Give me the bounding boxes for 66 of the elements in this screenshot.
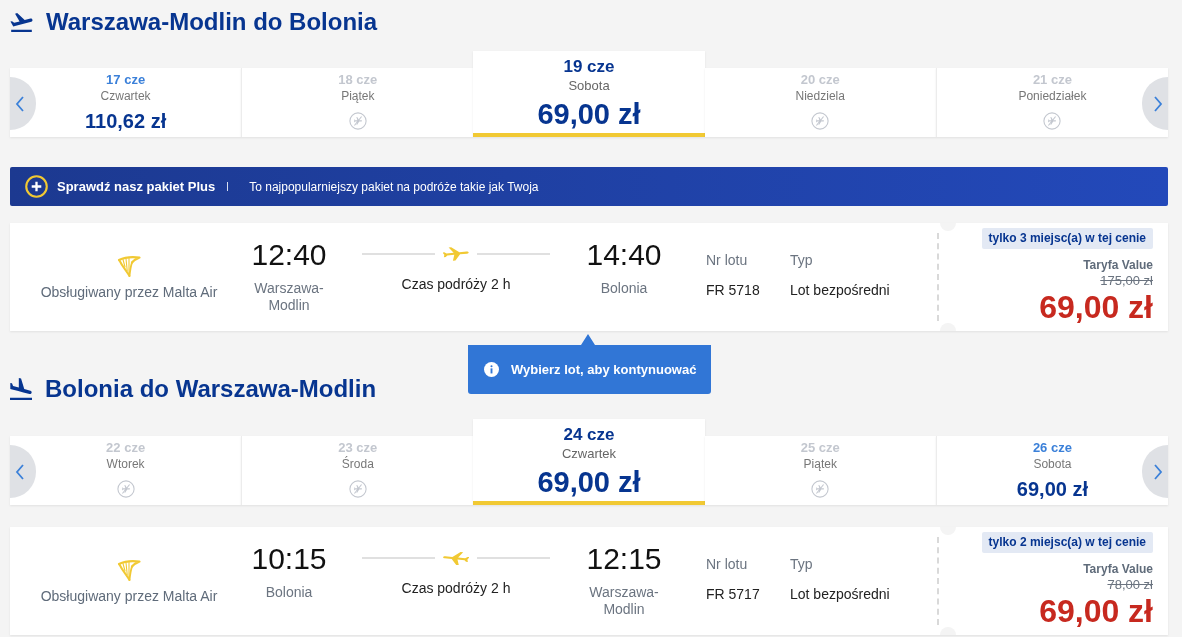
duration-text: Czas podróży 2 h <box>401 276 511 293</box>
promo-title: Sprawdź nasz pakiet Plus <box>57 177 216 196</box>
seats-badge: tylko 3 miejsc(a) w tej cenie <box>981 228 1153 249</box>
section-title: Bolonia do Warszawa-Modlin <box>45 374 377 404</box>
promo-text: To najpopularniejszy pakiet na podróże takie jak Twoja <box>249 178 539 196</box>
section-title: Warszawa-Modlin do Bolonia <box>46 7 378 37</box>
flight-type: Lot bezpośredni <box>790 586 890 603</box>
fare-name: Taryfa Value <box>1083 258 1153 273</box>
seats-badge: tylko 2 miejsc(a) w tej cenie <box>981 532 1153 553</box>
date-tab[interactable]: 19 cze Sobota 69,00 zł <box>473 51 705 137</box>
ticket-notch <box>940 323 956 331</box>
duration-text: Czas podróży 2 h <box>401 580 511 597</box>
date-tab[interactable]: 24 cze Czwartek 69,00 zł <box>473 419 705 505</box>
departure-time: 10:15 <box>251 541 327 577</box>
fare-price: 69,00 zł <box>1039 593 1153 629</box>
plane-icon <box>443 247 469 261</box>
arrival-airport: Bolonia <box>600 280 648 297</box>
flight-type-label: Typ <box>790 252 813 269</box>
departure-airport: Bolonia <box>265 584 313 601</box>
arrival-airport: Warszawa-Modlin <box>588 584 660 618</box>
departure-airport: Warszawa-Modlin <box>253 280 325 314</box>
harp-icon <box>117 557 141 582</box>
harp-icon <box>117 253 141 278</box>
operator-text: Obsługiwany przez Malta Air <box>40 283 218 301</box>
departure-time: 12:40 <box>251 237 327 273</box>
no-flights-icon <box>348 112 367 130</box>
chevron-left-icon <box>15 95 25 112</box>
old-price: 175,00 zł <box>1100 273 1153 289</box>
fare-price: 69,00 zł <box>1039 289 1153 325</box>
no-flights-icon <box>1043 112 1062 130</box>
date-tab[interactable]: 18 cze Piątek <box>241 68 474 137</box>
plane-icon <box>443 551 469 565</box>
flight-number-label: Nr lotu <box>706 556 748 573</box>
ticket-notch <box>940 627 956 635</box>
info-icon <box>484 362 499 377</box>
plane-landing-icon <box>10 378 32 400</box>
chevron-right-icon <box>1153 95 1163 112</box>
tooltip-text: Wybierz lot, aby kontynuować <box>511 360 697 379</box>
date-tab[interactable]: 23 cze Środa <box>241 436 474 505</box>
chevron-left-icon <box>15 463 25 480</box>
no-flights-icon <box>811 112 830 130</box>
flight-card[interactable]: Obsługiwany przez Malta Air 12:40 Warszawa-Modlin Czas podróży 2 h 14:40 Bolonia Nr lotu FR 5718 Typ Lot bezpośredni tylko 3 miejsc(a) w tej cenie Taryfa Value 175,00 zł 69,00 zł <box>10 223 1168 331</box>
fare-name: Taryfa Value <box>1083 562 1153 577</box>
no-flights-icon <box>348 480 367 498</box>
plus-icon <box>25 175 48 198</box>
flight-card[interactable]: Obsługiwany przez Malta Air 10:15 Bolonia Czas podróży 2 h 12:15 Warszawa-Modlin Nr lotu FR 5717 Typ Lot bezpośredni tylko 2 miejsc(a) w tej cenie Taryfa Value 78,00 zł 69,00 zł <box>10 527 1168 635</box>
arrival-time: 14:40 <box>586 237 662 273</box>
old-price: 78,00 zł <box>1107 577 1153 593</box>
flight-number: FR 5718 <box>706 282 760 299</box>
chevron-right-icon <box>1153 463 1163 480</box>
date-tab[interactable]: 17 cze Czwartek 110,62 zł <box>10 68 242 137</box>
date-tab[interactable]: 22 cze Wtorek <box>10 436 242 505</box>
flight-type-label: Typ <box>790 556 813 573</box>
no-flights-icon <box>811 480 830 498</box>
date-tab[interactable]: 26 cze Sobota 69,00 zł <box>935 436 1168 505</box>
promo-banner[interactable]: Sprawdź nasz pakiet Plus To najpopularniejszy pakiet na podróże takie jak Twoja <box>10 167 1168 206</box>
no-flights-icon <box>116 480 135 498</box>
arrival-time: 12:15 <box>586 541 662 577</box>
date-tab[interactable]: 25 cze Piątek <box>704 436 936 505</box>
flight-type: Lot bezpośredni <box>790 282 890 299</box>
flight-number: FR 5717 <box>706 586 760 603</box>
plane-takeoff-icon <box>10 12 33 32</box>
flight-number-label: Nr lotu <box>706 252 748 269</box>
date-tab[interactable]: 21 cze Poniedziałek <box>935 68 1168 137</box>
operator-text: Obsługiwany przez Malta Air <box>40 587 218 605</box>
date-tab[interactable]: 20 cze Niedziela <box>704 68 936 137</box>
